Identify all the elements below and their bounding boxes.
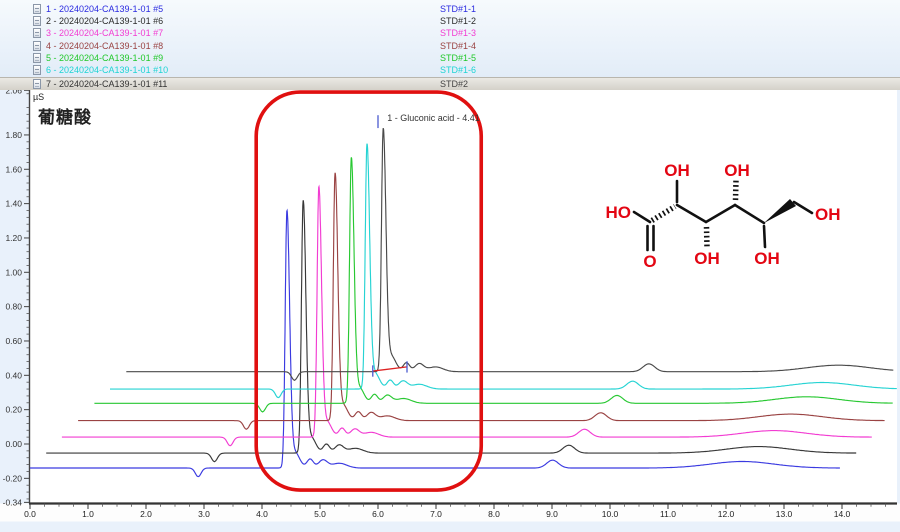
injection-name: 1 - 20240204-CA139-1-01 #5: [46, 3, 163, 15]
y-tick-label: 1.80: [5, 130, 22, 140]
legend-row-5[interactable]: 5 - 20240204-CA139-1-01 #9 STD#1-5: [0, 52, 900, 64]
label-oh3: OH: [694, 249, 720, 268]
x-tick-label: 6.0: [372, 509, 384, 519]
y-tick-label: 1.40: [5, 199, 22, 209]
bond-c3-c4: [706, 205, 735, 222]
legend-row-1[interactable]: 1 - 20240204-CA139-1-01 #5 STD#1-1: [0, 3, 900, 15]
x-label-strip: [0, 504, 900, 522]
y-tick-label: 1.00: [5, 267, 22, 277]
label-oh6: OH: [815, 205, 841, 224]
y-tick-label: 1.60: [5, 164, 22, 174]
x-tick-label: 0.0: [24, 509, 36, 519]
x-tick-label: 4.0: [256, 509, 268, 519]
label-oh4: OH: [724, 161, 750, 180]
injection-name: 3 - 20240204-CA139-1-01 #7: [46, 27, 163, 39]
chromatography-view: 1 - 20240204-CA139-1-01 #5STD#1-12 - 202…: [0, 0, 900, 532]
bond-c6-oh: [794, 202, 812, 213]
chromatogram-file-icon: [33, 16, 41, 26]
gluconic-acid-structure: HO O OH OH OH OH OH: [598, 150, 868, 285]
hashed-bond-c1-c2: [652, 207, 675, 221]
bond-c2-c3: [677, 205, 706, 222]
peak-annotation-label: 1 - Gluconic acid - 4.41: [387, 113, 480, 123]
label-o: O: [643, 252, 656, 271]
wedge-bond-c5-c6: [764, 199, 796, 223]
x-tick-label: 2.0: [140, 509, 152, 519]
legend-row-7[interactable]: 7 - 20240204-CA139-1-01 #11 STD#2: [0, 77, 900, 91]
y-tick-label: 0.40: [5, 370, 22, 380]
legend-row-3[interactable]: 3 - 20240204-CA139-1-01 #7 STD#1-3: [0, 27, 900, 39]
chromatogram-file-icon: [33, 65, 41, 75]
x-tick-label: 13.0: [776, 509, 793, 519]
label-ho: HO: [606, 203, 632, 222]
bond-c4-c5: [735, 205, 764, 223]
y-tick-label: 1.20: [5, 233, 22, 243]
label-oh5: OH: [754, 249, 780, 268]
x-tick-label: 8.0: [488, 509, 500, 519]
injection-legend: 1 - 20240204-CA139-1-01 #5STD#1-12 - 202…: [0, 0, 900, 90]
chromatogram-file-icon: [33, 79, 41, 89]
injection-name: 2 - 20240204-CA139-1-01 #6: [46, 15, 163, 27]
standard-name: STD#1-1: [440, 3, 476, 15]
injection-name: 4 - 20240204-CA139-1-01 #8: [46, 40, 163, 52]
y-tick-label: 0.20: [5, 405, 22, 415]
standard-name: STD#1-6: [440, 64, 476, 76]
x-tick-label: 1.0: [82, 509, 94, 519]
y-tick-label: -0.20: [3, 473, 23, 483]
x-tick-label: 7.0: [430, 509, 442, 519]
standard-name: STD#1-5: [440, 52, 476, 64]
hashed-bond-c4-oh: [736, 180, 737, 200]
chromatogram-file-icon: [33, 4, 41, 14]
legend-row-2[interactable]: 2 - 20240204-CA139-1-01 #6 STD#1-2: [0, 15, 900, 27]
x-tick-label: 3.0: [198, 509, 210, 519]
x-tick-label: 12.0: [718, 509, 735, 519]
y-tick-label: 0.80: [5, 302, 22, 312]
label-oh2: OH: [664, 161, 690, 180]
chromatogram-file-icon: [33, 53, 41, 63]
chromatogram-file-icon: [33, 41, 41, 51]
y-axis-unit: µS: [33, 92, 44, 102]
chromatogram-file-icon: [33, 28, 41, 38]
x-tick-label: 9.0: [546, 509, 558, 519]
standard-name: STD#1-2: [440, 15, 476, 27]
injection-name: 6 - 20240204-CA139-1-01 #10: [46, 64, 168, 76]
x-tick-label: 11.0: [660, 509, 676, 519]
standard-name: STD#1-3: [440, 27, 476, 39]
injection-name: 7 - 20240204-CA139-1-01 #11: [46, 78, 167, 91]
y-tick-label: 0.60: [5, 336, 22, 346]
bond-c5-oh: [764, 226, 765, 247]
x-tick-label: 10.0: [602, 509, 619, 519]
y-tick-label: -0.34: [3, 497, 23, 507]
x-tick-label: 5.0: [314, 509, 326, 519]
injection-name: 5 - 20240204-CA139-1-01 #9: [46, 52, 163, 64]
legend-row-6[interactable]: 6 - 20240204-CA139-1-01 #10 STD#1-6: [0, 64, 900, 76]
x-tick-label: 14.0: [834, 509, 851, 519]
standard-name: STD#1-4: [440, 40, 476, 52]
analyte-name-cn: 葡糖酸: [38, 103, 92, 128]
standard-name: STD#2: [440, 78, 468, 91]
bond-ho-c1: [634, 212, 650, 222]
hashed-bond-c3-oh: [707, 227, 708, 247]
y-tick-label: 0.00: [5, 439, 22, 449]
legend-row-4[interactable]: 4 - 20240204-CA139-1-01 #8 STD#1-4: [0, 40, 900, 52]
